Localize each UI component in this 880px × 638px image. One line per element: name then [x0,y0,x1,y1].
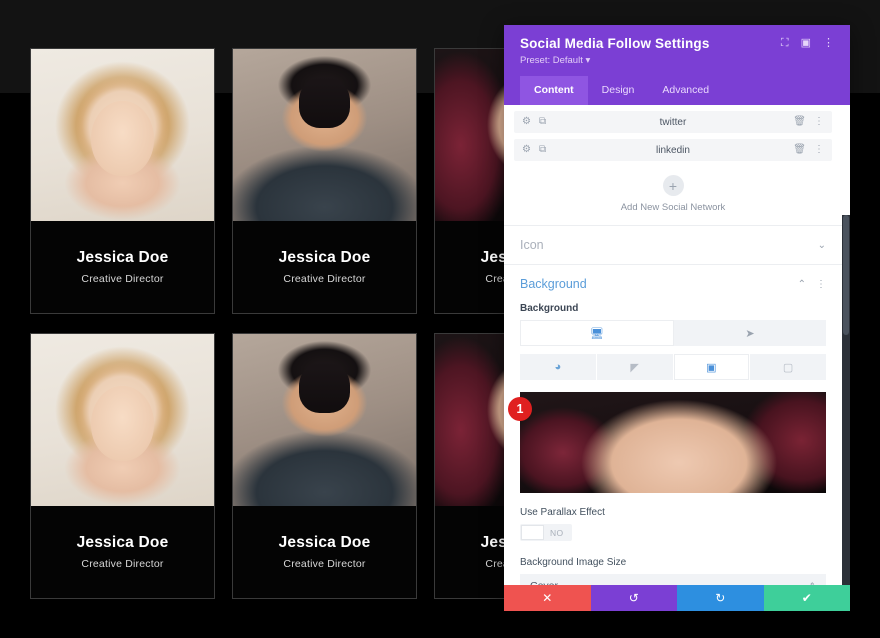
cursor-icon: ➤ [745,327,754,340]
more-options-icon[interactable]: ⋮ [823,38,834,49]
background-image-size-value: Cover [530,580,558,585]
team-card[interactable]: Jessica Doe Creative Director [30,333,215,599]
checkmark-icon: ✔ [802,591,812,605]
team-role: Creative Director [283,273,365,285]
add-new-social-network[interactable]: + Add New Social Network [504,161,842,225]
duplicate-icon[interactable]: ⧉ [539,145,546,155]
background-image-tab[interactable]: ▣ [674,354,751,380]
team-photo [233,49,416,221]
image-icon: ▣ [706,361,716,374]
team-name: Jessica Doe [77,534,169,552]
parallax-field: Use Parallax Effect NO [520,507,826,545]
more-options-icon[interactable]: ⋮ [814,117,824,127]
background-image-preview-wrap: 1 [520,392,826,493]
background-video-tab[interactable]: ▢ [750,354,826,380]
parallax-label: Use Parallax Effect [520,507,826,518]
more-options-icon[interactable]: ⋮ [814,145,824,155]
parallax-toggle[interactable]: NO [520,524,572,541]
section-background-label: Background [520,277,798,291]
chevron-down-icon[interactable]: ⌄ [818,240,826,251]
team-role: Creative Director [81,558,163,570]
paint-drop-icon: ◕ [555,361,562,373]
section-icon-label: Icon [520,238,818,252]
video-icon: ▢ [783,361,793,374]
step-badge-1: 1 [508,397,532,421]
team-name: Jessica Doe [77,249,169,267]
section-background[interactable]: Background ⌃ ⋮ [504,264,842,303]
social-network-label: twitter [514,117,832,128]
tab-content[interactable]: Content [520,76,588,105]
desktop-tab[interactable]: 🖥 [520,320,674,346]
trash-icon[interactable]: 🗑 [793,145,806,155]
team-meta: Jessica Doe Creative Director [233,221,416,313]
background-type-tabs: ◕ ◤ ▣ ▢ [520,354,826,380]
background-field: Background 🖥 ➤ ◕ ◤ [504,303,842,380]
chevron-up-icon[interactable]: ⌃ [798,279,806,290]
panel-title: Social Media Follow Settings [520,36,709,51]
panel-footer: ✕ ↺ ↻ ✔ [504,585,850,611]
team-role: Creative Director [283,558,365,570]
redo-icon: ↻ [715,591,725,605]
panel-tabs: Content Design Advanced [520,76,834,105]
panel-scrollbar[interactable] [842,215,850,585]
social-network-label: linkedin [514,145,832,156]
redo-button[interactable]: ↻ [677,585,764,611]
tab-advanced[interactable]: Advanced [648,76,723,105]
add-new-social-network-label: Add New Social Network [621,202,726,213]
fullscreen-icon[interactable]: ⛶ [781,38,789,49]
panel-body: ⚙ ⧉ twitter 🗑 ⋮ ⚙ ⧉ linkedin [504,105,850,585]
team-name: Jessica Doe [279,534,371,552]
trash-icon[interactable]: 🗑 [793,117,806,127]
team-photo [233,334,416,506]
background-image-preview[interactable] [520,392,826,493]
team-meta: Jessica Doe Creative Director [31,221,214,313]
select-arrow-icon: ⇕ [808,581,816,586]
team-role: Creative Director [81,273,163,285]
background-device-tabs: 🖥 ➤ [520,320,826,346]
background-gradient-tab[interactable]: ◤ [597,354,674,380]
background-color-tab[interactable]: ◕ [520,354,597,380]
background-image-size-select[interactable]: Cover ⇕ [520,574,826,585]
team-photo [31,334,214,506]
social-network-row-twitter[interactable]: ⚙ ⧉ twitter 🗑 ⋮ [514,111,832,133]
parallax-value: NO [550,528,564,538]
hover-tab[interactable]: ➤ [674,320,826,346]
undo-button[interactable]: ↺ [591,585,678,611]
more-options-icon[interactable]: ⋮ [816,279,826,290]
close-icon: ✕ [542,591,552,605]
social-network-row-linkedin[interactable]: ⚙ ⧉ linkedin 🗑 ⋮ [514,139,832,161]
team-card[interactable]: Jessica Doe Creative Director [30,48,215,314]
plus-icon[interactable]: + [663,175,684,196]
settings-gear-icon[interactable]: ⚙ [522,117,531,127]
section-icon[interactable]: Icon ⌄ [504,225,842,264]
scrollbar-thumb[interactable] [843,215,849,335]
social-media-follow-settings-panel: Social Media Follow Settings Preset: Def… [504,25,850,611]
screen: Jessica Doe Creative Director Jessica Do… [0,0,880,638]
team-photo [31,49,214,221]
background-image-size-field: Background Image Size Cover ⇕ [504,557,842,585]
team-name: Jessica Doe [279,249,371,267]
background-image-size-label: Background Image Size [520,557,826,568]
gradient-icon: ◤ [630,361,638,374]
team-card[interactable]: Jessica Doe Creative Director [232,333,417,599]
toggle-knob [521,525,544,540]
background-field-label: Background [520,303,826,314]
cancel-button[interactable]: ✕ [504,585,591,611]
panel-header: Social Media Follow Settings Preset: Def… [504,25,850,105]
undo-icon: ↺ [629,591,639,605]
duplicate-icon[interactable]: ⧉ [539,117,546,127]
save-button[interactable]: ✔ [764,585,851,611]
settings-gear-icon[interactable]: ⚙ [522,145,531,155]
team-card[interactable]: Jessica Doe Creative Director [232,48,417,314]
layout-icon[interactable]: ▣ [801,38,811,49]
panel-preset[interactable]: Preset: Default ▾ [520,55,709,66]
desktop-icon: 🖥 [590,327,604,340]
tab-design[interactable]: Design [588,76,649,105]
team-meta: Jessica Doe Creative Director [233,506,416,598]
team-meta: Jessica Doe Creative Director [31,506,214,598]
